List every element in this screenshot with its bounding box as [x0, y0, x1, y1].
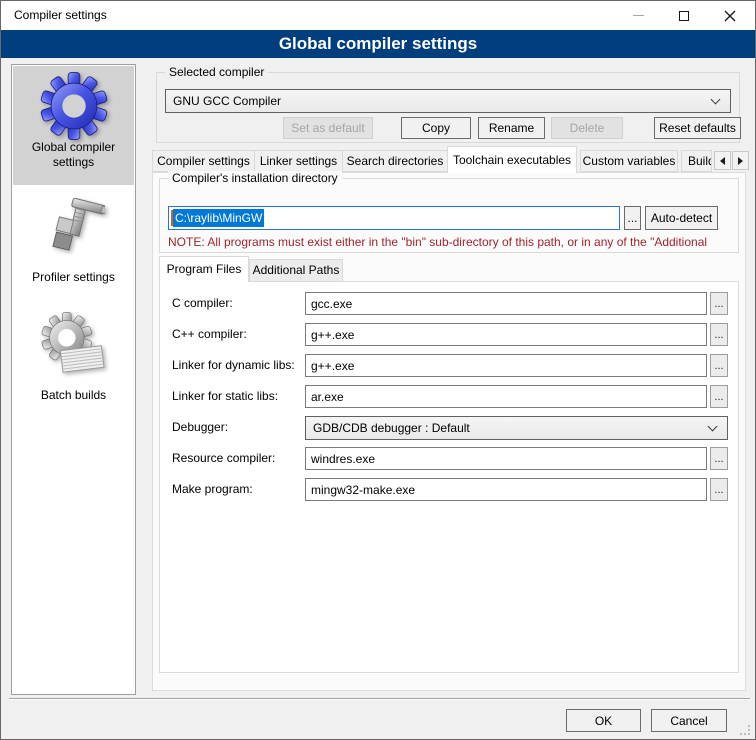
static-linker-browse-button[interactable]: ...	[710, 385, 728, 408]
make-program-input[interactable]	[305, 478, 707, 501]
static-linker-input[interactable]	[305, 385, 707, 408]
dynamic-linker-input[interactable]	[305, 354, 707, 377]
field-label-resource-compiler: Resource compiler:	[172, 447, 275, 470]
window-title: Compiler settings	[14, 1, 107, 30]
sidebar-item-label: Profiler settings	[18, 270, 130, 285]
reset-defaults-button[interactable]: Reset defaults	[654, 117, 741, 139]
field-label-cpp-compiler: C++ compiler:	[172, 323, 247, 346]
field-label-c-compiler: C compiler:	[172, 292, 233, 315]
set-as-default-button[interactable]: Set as default	[283, 117, 373, 139]
rename-button[interactable]: Rename	[478, 117, 545, 139]
tab-scroll-right-button[interactable]	[732, 151, 749, 170]
ok-button[interactable]: OK	[566, 709, 641, 732]
banner-title: Global compiler settings	[1, 30, 755, 57]
arrow-right-icon	[738, 157, 743, 165]
resize-grip[interactable]	[740, 725, 750, 735]
debugger-select[interactable]: GDB/CDB debugger : Default	[305, 416, 728, 440]
field-label-make-program: Make program:	[172, 478, 253, 501]
install-dir-value: C:\raylib\MinGW	[173, 209, 264, 227]
settings-category-list: Global compiler settings	[11, 64, 136, 695]
dynamic-linker-browse-button[interactable]: ...	[710, 354, 728, 377]
c-compiler-browse-button[interactable]: ...	[710, 292, 728, 315]
dialog-banner: Global compiler settings	[1, 30, 755, 58]
compiler-select[interactable]: GNU GCC Compiler	[165, 89, 731, 113]
tab-compiler-settings[interactable]: Compiler settings	[152, 150, 255, 172]
field-label-static-linker: Linker for static libs:	[172, 385, 278, 408]
selected-compiler-group: Selected compiler GNU GCC Compiler Set a…	[156, 72, 740, 143]
minimize-icon	[633, 15, 644, 16]
close-icon	[724, 10, 736, 22]
sidebar-item-label: Batch builds	[18, 388, 130, 403]
tab-custom-variables[interactable]: Custom variables	[580, 150, 678, 172]
cpp-compiler-input[interactable]	[305, 323, 707, 346]
install-dir-browse-button[interactable]: ...	[624, 206, 641, 230]
cancel-button[interactable]: Cancel	[651, 709, 727, 732]
minimize-button[interactable]	[617, 1, 659, 30]
chevron-down-icon	[711, 95, 721, 105]
resource-compiler-input[interactable]	[305, 447, 707, 470]
tab-scroll-left-button[interactable]	[714, 151, 731, 170]
field-label-dynamic-linker: Linker for dynamic libs:	[172, 354, 295, 377]
tab-build-options[interactable]: Build	[681, 150, 712, 172]
cpp-compiler-browse-button[interactable]: ...	[710, 323, 728, 346]
compiler-select-value: GNU GCC Compiler	[166, 94, 712, 108]
close-button[interactable]	[709, 1, 751, 30]
sidebar-item-global-compiler-settings[interactable]: Global compiler settings	[13, 66, 134, 185]
maximize-button[interactable]	[663, 1, 705, 30]
tab-linker-settings[interactable]: Linker settings	[254, 150, 343, 172]
install-dir-input[interactable]: C:\raylib\MinGW	[168, 206, 620, 230]
subtab-program-files[interactable]: Program Files	[159, 256, 249, 282]
sidebar-item-batch-builds[interactable]: Batch builds	[13, 312, 134, 414]
gear-blue-icon	[40, 72, 108, 140]
caliper-icon	[43, 196, 105, 260]
compiler-settings-dialog: Compiler settings Global compiler settin…	[0, 0, 756, 740]
gear-stack-icon	[40, 312, 108, 378]
copy-button[interactable]: Copy	[401, 117, 471, 139]
footer-divider	[9, 698, 750, 700]
sidebar-item-label: Global compiler settings	[18, 140, 130, 170]
group-label: Selected compiler	[165, 65, 268, 79]
arrow-left-icon	[720, 157, 725, 165]
note-text: NOTE: All programs must exist either in …	[168, 235, 734, 249]
field-label-debugger: Debugger:	[172, 416, 228, 439]
make-program-browse-button[interactable]: ...	[710, 478, 728, 501]
delete-button[interactable]: Delete	[551, 117, 623, 139]
chevron-down-icon	[708, 422, 718, 432]
sidebar-item-profiler-settings[interactable]: Profiler settings	[13, 196, 134, 292]
group-label: Compiler's installation directory	[168, 171, 342, 185]
resource-compiler-browse-button[interactable]: ...	[710, 447, 728, 470]
subtab-additional-paths[interactable]: Additional Paths	[249, 259, 343, 282]
installation-directory-group: Compiler's installation directory C:\ray…	[159, 178, 739, 253]
debugger-select-value: GDB/CDB debugger : Default	[306, 421, 709, 435]
titlebar: Compiler settings	[1, 1, 755, 30]
auto-detect-button[interactable]: Auto-detect	[645, 206, 718, 230]
tab-toolchain-executables[interactable]: Toolchain executables	[447, 146, 577, 173]
maximize-icon	[679, 11, 689, 21]
tab-search-directories[interactable]: Search directories	[342, 150, 448, 172]
program-files-panel: C compiler: ... C++ compiler: ... Linker…	[159, 281, 739, 673]
c-compiler-input[interactable]	[305, 292, 707, 315]
